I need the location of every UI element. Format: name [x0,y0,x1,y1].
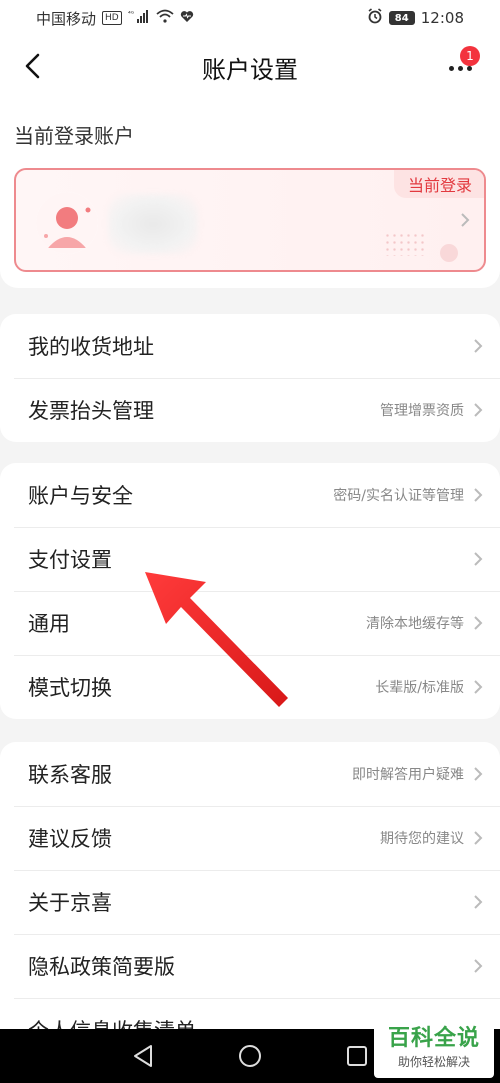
account-card[interactable]: 当前登录 [14,168,486,272]
nav-back-button[interactable] [123,1036,163,1076]
health-heart-icon [180,10,194,27]
nav-home-button[interactable] [230,1036,270,1076]
row-mode-switch[interactable]: 模式切换 长辈版/标准版 [0,655,500,719]
status-left: 中国移动 HD ⁴ᴳ [36,8,194,29]
wifi-icon [156,9,174,27]
row-label: 建议反馈 [28,827,112,851]
section-label: 当前登录账户 [14,124,134,148]
watermark-logo: 百科全说 助你轻松解决 [374,1022,494,1078]
row-label: 隐私政策简要版 [28,955,175,979]
more-dots-icon [448,65,472,71]
row-subtitle: 清除本地缓存等 [366,616,464,632]
settings-group-3: 联系客服 即时解答用户疑难 建议反馈 期待您的建议 关于京喜 隐私政策简要版 个… [0,742,500,1062]
status-right: 84 12:08 [367,8,464,28]
network-type: ⁴ᴳ [128,10,135,18]
more-menu-button[interactable]: 1 [438,46,482,86]
notification-badge: 1 [460,46,480,66]
row-label: 通用 [28,612,70,636]
chevron-right-icon [472,957,484,975]
chevron-right-icon [472,401,484,419]
nav-bar: 账户设置 1 [0,36,500,98]
hd-icon: HD [102,11,122,25]
triangle-back-icon [134,1045,153,1067]
chevron-right-icon [460,212,470,232]
row-payment-settings[interactable]: 支付设置 [0,527,500,591]
clock-time: 12:08 [420,9,464,27]
chevron-right-icon [472,486,484,504]
watermark-subtitle: 助你轻松解决 [397,1055,470,1069]
page-title: 账户设置 [202,55,298,84]
chevron-right-icon [472,829,484,847]
blurred-username [108,194,198,254]
default-user-avatar-icon [36,192,98,254]
settings-group-2: 账户与安全 密码/实名认证等管理 支付设置 通用 清除本地缓存等 模式切换 长辈… [0,463,500,719]
chevron-right-icon [472,550,484,568]
row-shipping-address[interactable]: 我的收货地址 [0,314,500,378]
row-subtitle: 管理增票资质 [380,403,464,419]
row-subtitle: 长辈版/标准版 [375,680,464,696]
screen: 中国移动 HD ⁴ᴳ 84 12:08 账户设置 1 当前登录账户 当前登录 我… [0,0,500,1083]
row-subtitle: 期待您的建议 [380,831,464,847]
chevron-right-icon [472,678,484,696]
square-recents-icon [346,1046,367,1066]
settings-group-1: 我的收货地址 发票抬头管理 管理增票资质 [0,314,500,442]
chevron-right-icon [472,614,484,632]
row-subtitle: 密码/实名认证等管理 [333,488,464,504]
row-invoice-title[interactable]: 发票抬头管理 管理增票资质 [0,378,500,442]
row-about[interactable]: 关于京喜 [0,870,500,934]
row-label: 我的收货地址 [28,335,154,359]
row-label: 发票抬头管理 [28,399,154,423]
back-arrow-icon [25,53,40,79]
decorative-circle [440,244,458,262]
row-label: 联系客服 [28,763,112,787]
row-feedback[interactable]: 建议反馈 期待您的建议 [0,806,500,870]
decorative-dots [384,232,424,256]
row-subtitle: 即时解答用户疑难 [352,767,464,783]
nav-recents-button[interactable] [337,1036,377,1076]
row-privacy-brief[interactable]: 隐私政策简要版 [0,934,500,998]
row-label: 模式切换 [28,676,112,700]
battery-icon: 84 [388,11,415,25]
circle-home-icon [238,1045,261,1067]
row-label: 账户与安全 [28,484,133,508]
avatar [36,192,98,254]
carrier-label: 中国移动 [36,9,97,28]
row-contact-service[interactable]: 联系客服 即时解答用户疑难 [0,742,500,806]
signal-icon: ⁴ᴳ [128,9,150,27]
chevron-right-icon [472,337,484,355]
row-label: 支付设置 [28,548,112,572]
chevron-right-icon [472,893,484,911]
status-bar: 中国移动 HD ⁴ᴳ 84 12:08 [0,0,500,36]
alarm-icon [367,8,383,28]
watermark-title: 百科全说 [387,1026,480,1051]
chevron-right-icon [472,765,484,783]
row-label: 关于京喜 [28,891,112,915]
current-login-tag: 当前登录 [393,170,484,198]
row-account-security[interactable]: 账户与安全 密码/实名认证等管理 [0,463,500,527]
account-section: 当前登录账户 当前登录 [0,98,500,288]
row-general[interactable]: 通用 清除本地缓存等 [0,591,500,655]
back-button[interactable] [12,44,52,88]
